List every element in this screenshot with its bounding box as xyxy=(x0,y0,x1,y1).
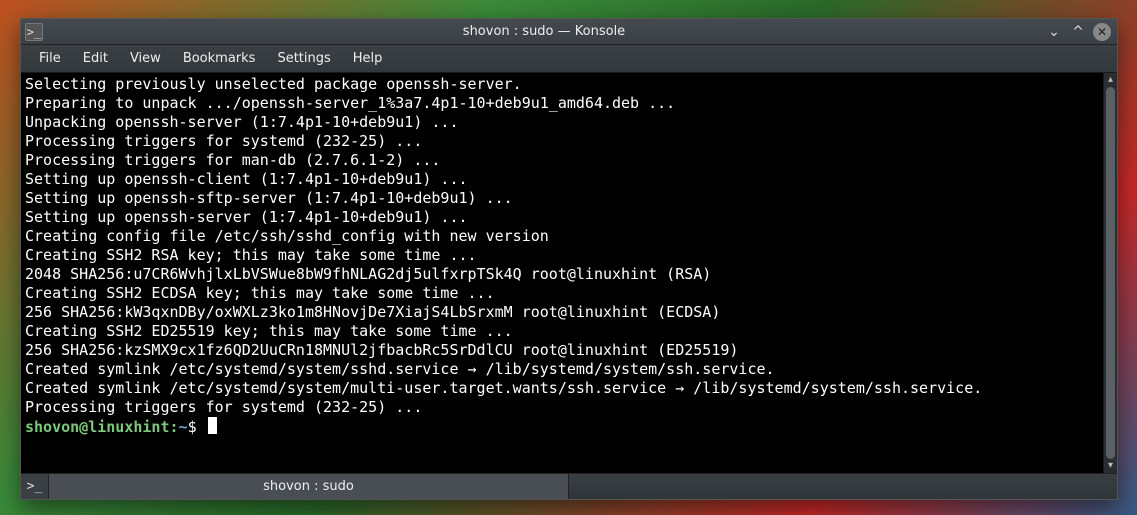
scrollbar-thumb[interactable] xyxy=(1106,87,1115,459)
terminal-line: Setting up openssh-sftp-server (1:7.4p1-… xyxy=(25,189,1099,208)
scrollbar-down-arrow[interactable]: ▾ xyxy=(1104,459,1117,473)
terminal-line: Creating SSH2 ECDSA key; this may take s… xyxy=(25,284,1099,303)
terminal-container: Selecting previously unselected package … xyxy=(21,73,1117,473)
menu-edit[interactable]: Edit xyxy=(73,47,118,70)
app-icon: >_ xyxy=(25,23,43,41)
terminal-line: Created symlink /etc/systemd/system/mult… xyxy=(25,379,1099,398)
terminal-line: Processing triggers for man-db (2.7.6.1-… xyxy=(25,151,1099,170)
prompt-user: shovon@linuxhint xyxy=(25,418,170,436)
menubar: File Edit View Bookmarks Settings Help xyxy=(21,45,1117,73)
scrollbar-up-arrow[interactable]: ▴ xyxy=(1104,73,1117,87)
konsole-window: >_ shovon : sudo — Konsole ⌄ ^ ✕ File Ed… xyxy=(20,18,1118,500)
titlebar-controls: ⌄ ^ ✕ xyxy=(1045,23,1113,41)
terminal-line: 256 SHA256:kW3qxnDBy/oxWXLz3ko1m8HNovjDe… xyxy=(25,303,1099,322)
prompt-dollar: $ xyxy=(188,418,206,436)
terminal-line: Selecting previously unselected package … xyxy=(25,75,1099,94)
scrollbar-track[interactable] xyxy=(1104,87,1117,459)
menu-file[interactable]: File xyxy=(29,47,71,70)
terminal-line: Processing triggers for systemd (232-25)… xyxy=(25,398,1099,417)
scrollbar[interactable]: ▴ ▾ xyxy=(1103,73,1117,473)
menu-bookmarks[interactable]: Bookmarks xyxy=(173,47,266,70)
terminal-line: Creating SSH2 ED25519 key; this may take… xyxy=(25,322,1099,341)
titlebar-left: >_ xyxy=(25,23,43,41)
prompt-sep: : xyxy=(170,418,179,436)
titlebar[interactable]: >_ shovon : sudo — Konsole ⌄ ^ ✕ xyxy=(21,19,1117,45)
menu-settings[interactable]: Settings xyxy=(267,47,340,70)
terminal-line: Created symlink /etc/systemd/system/sshd… xyxy=(25,360,1099,379)
terminal-line: Setting up openssh-server (1:7.4p1-10+de… xyxy=(25,208,1099,227)
tabbar: >_ shovon : sudo xyxy=(21,473,1117,499)
new-tab-button[interactable]: >_ xyxy=(21,474,49,499)
terminal-line: 2048 SHA256:u7CR6WvhjlxLbVSWue8bW9fhNLAG… xyxy=(25,265,1099,284)
window-title: shovon : sudo — Konsole xyxy=(43,24,1045,39)
terminal-line: Creating config file /etc/ssh/sshd_confi… xyxy=(25,227,1099,246)
minimize-button[interactable]: ⌄ xyxy=(1045,23,1063,41)
desktop: >_ shovon : sudo — Konsole ⌄ ^ ✕ File Ed… xyxy=(0,0,1137,515)
terminal-line: Creating SSH2 RSA key; this may take som… xyxy=(25,246,1099,265)
menu-view[interactable]: View xyxy=(120,47,171,70)
terminal-line: Setting up openssh-client (1:7.4p1-10+de… xyxy=(25,170,1099,189)
terminal[interactable]: Selecting previously unselected package … xyxy=(21,73,1103,473)
tab-active[interactable]: shovon : sudo xyxy=(49,474,569,499)
terminal-line: Preparing to unpack .../openssh-server_1… xyxy=(25,94,1099,113)
terminal-line: 256 SHA256:kzSMX9cx1fz6QD2UuCRn18MNUl2jf… xyxy=(25,341,1099,360)
terminal-line: Unpacking openssh-server (1:7.4p1-10+deb… xyxy=(25,113,1099,132)
menu-help[interactable]: Help xyxy=(343,47,393,70)
terminal-prompt[interactable]: shovon@linuxhint:~$ xyxy=(25,417,1099,437)
prompt-path: ~ xyxy=(179,418,188,436)
maximize-button[interactable]: ^ xyxy=(1069,23,1087,41)
cursor xyxy=(208,417,217,434)
terminal-line: Processing triggers for systemd (232-25)… xyxy=(25,132,1099,151)
close-button[interactable]: ✕ xyxy=(1093,23,1111,41)
